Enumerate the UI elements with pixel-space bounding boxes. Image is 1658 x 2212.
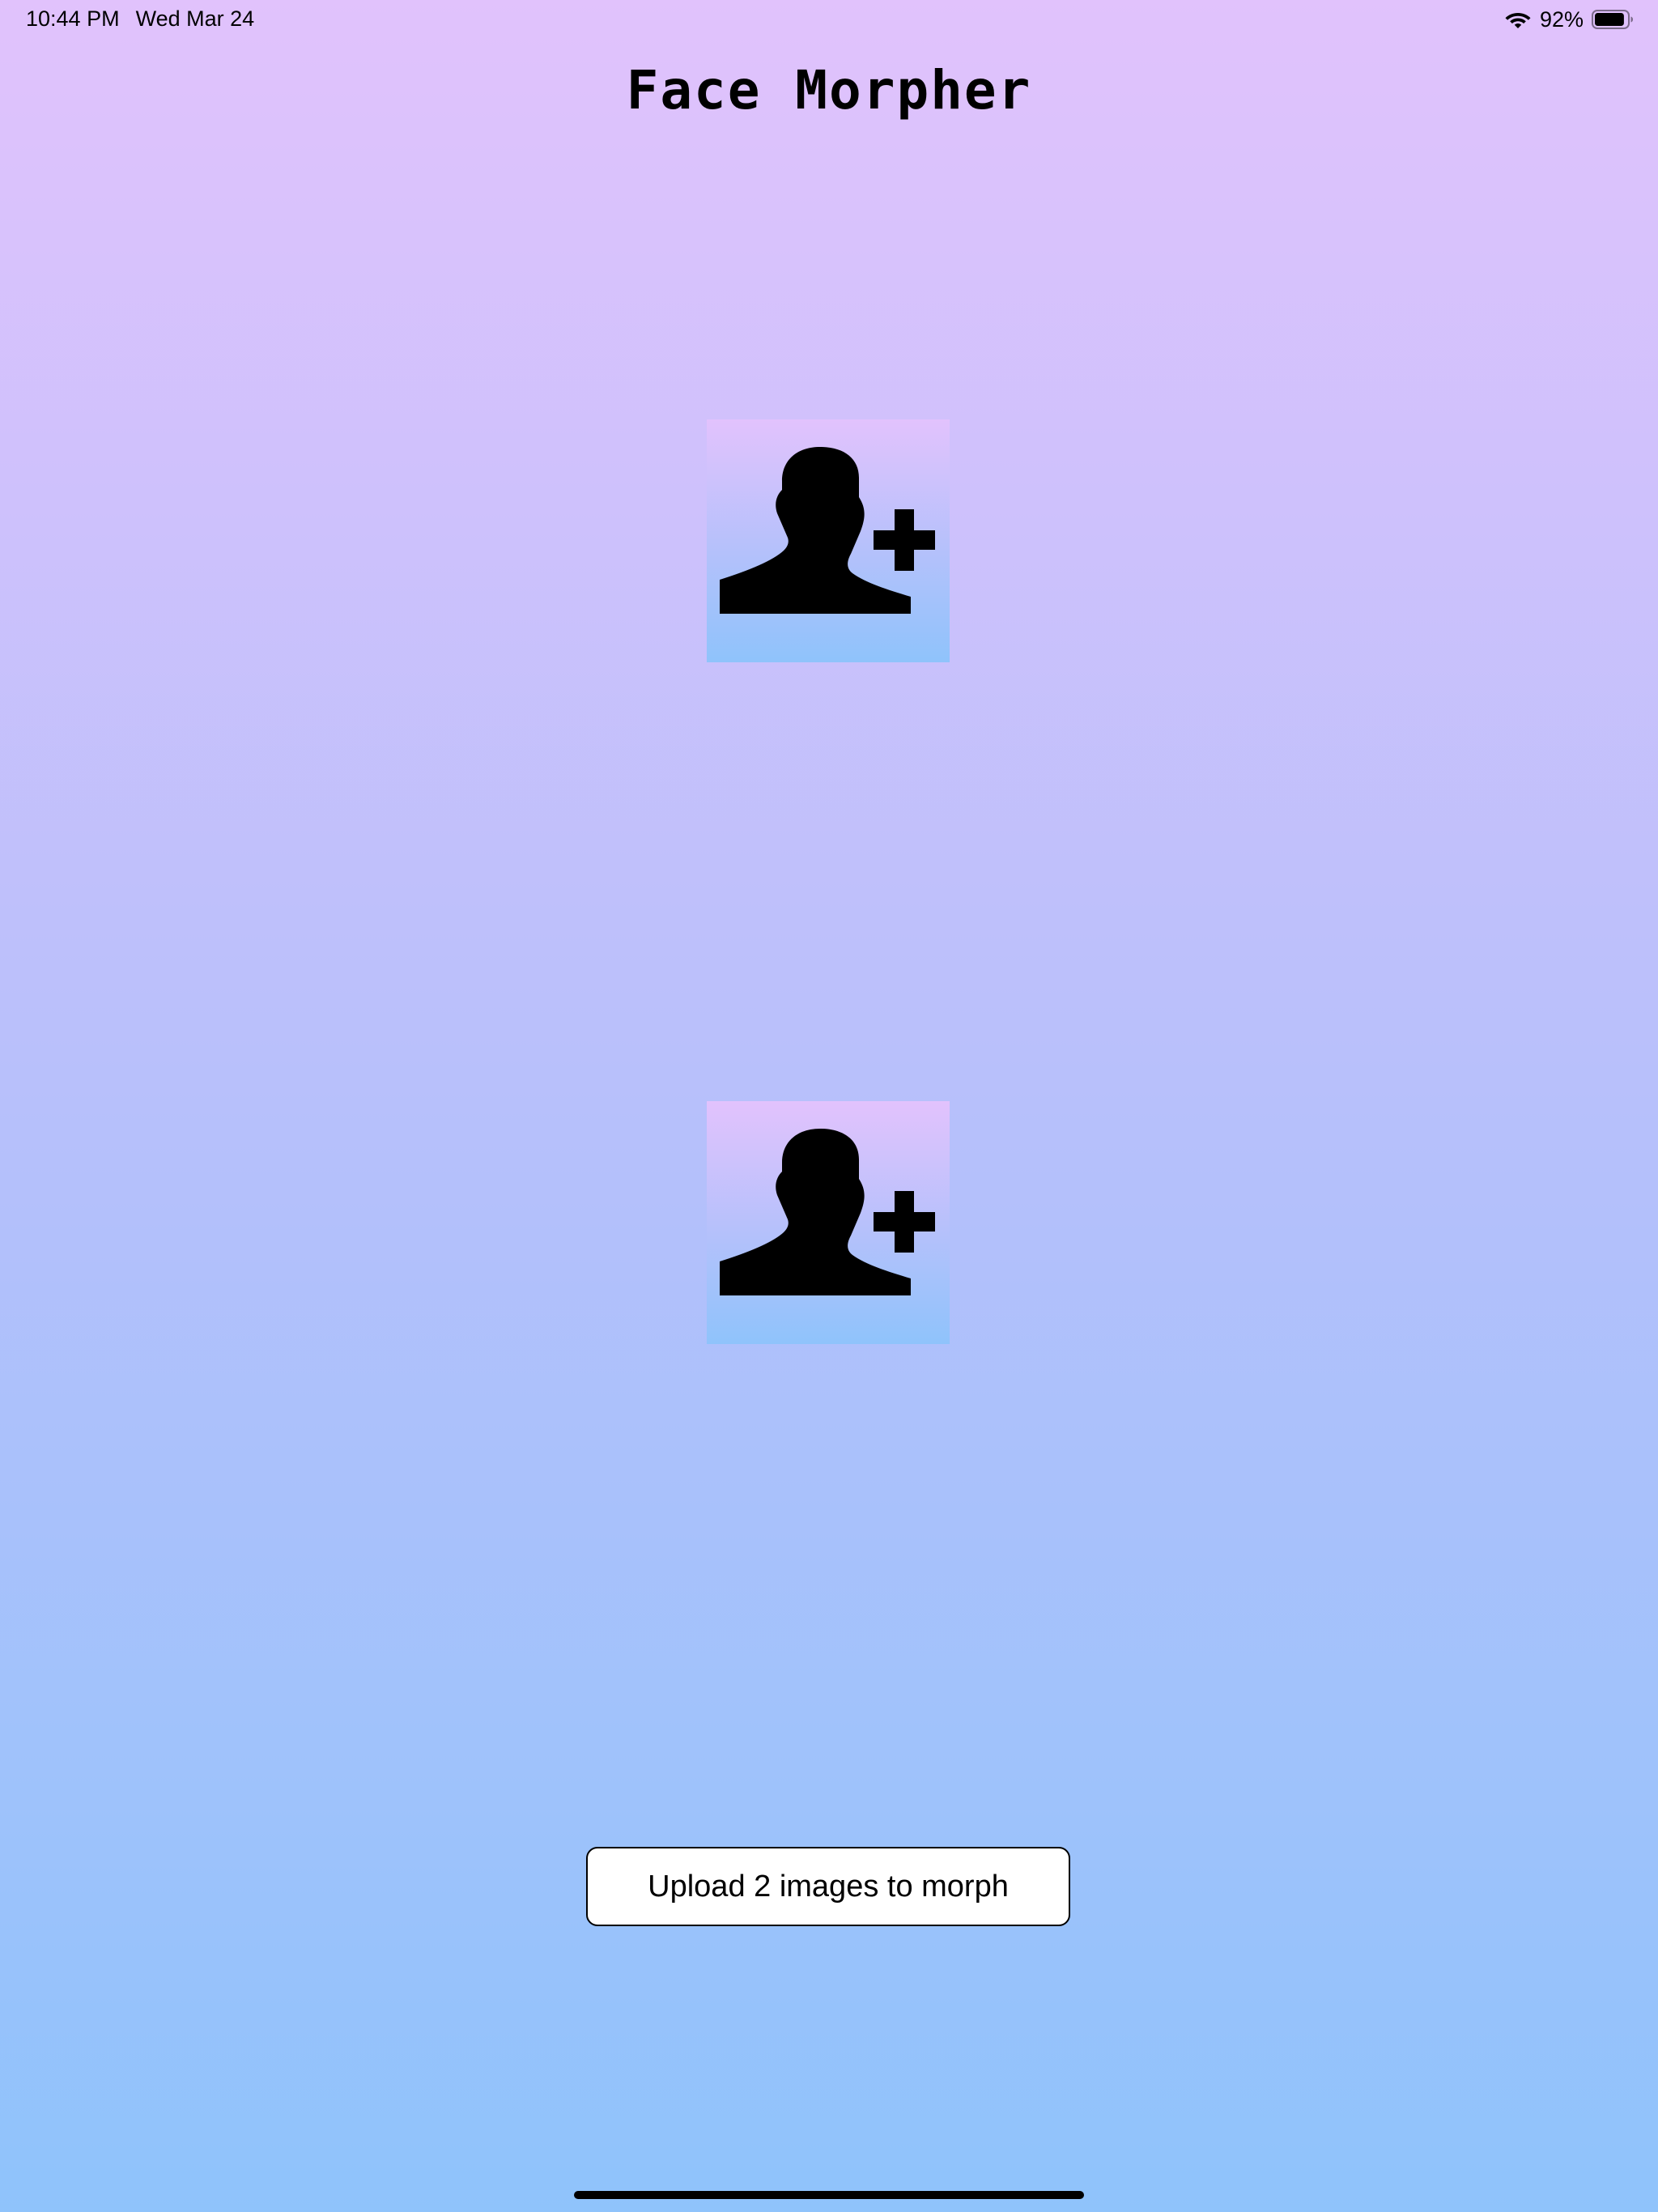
battery-percent: 92% <box>1539 6 1584 32</box>
add-person-icon <box>720 1129 935 1295</box>
upload-button[interactable]: Upload 2 images to morph <box>586 1847 1070 1926</box>
status-date: Wed Mar 24 <box>135 6 255 31</box>
image-picker-1[interactable] <box>707 419 950 662</box>
status-bar-left: 10:44 PM Wed Mar 24 <box>26 8 254 30</box>
image-picker-2[interactable] <box>707 1101 950 1344</box>
app-screen: 10:44 PM Wed Mar 24 92% Face Morpher Upl… <box>0 0 1658 2212</box>
add-person-icon <box>720 447 935 614</box>
battery-level-fill <box>1595 13 1624 26</box>
home-indicator[interactable] <box>574 2191 1084 2199</box>
status-bar-right: 92% <box>1504 6 1634 32</box>
app-title: Face Morpher <box>626 59 1032 121</box>
battery-icon <box>1592 10 1633 29</box>
wifi-icon <box>1505 13 1531 28</box>
status-time: 10:44 PM <box>26 6 120 31</box>
